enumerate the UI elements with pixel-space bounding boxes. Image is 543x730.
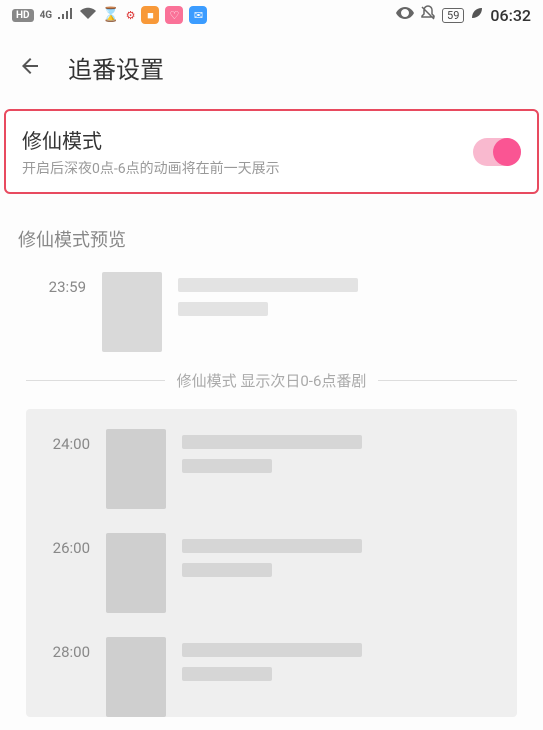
placeholder-line (182, 539, 362, 553)
page-title: 追番设置 (68, 50, 164, 85)
preview-row: 28:00 (42, 637, 501, 717)
preview-thumbnail (106, 533, 166, 613)
preview-lines (182, 637, 501, 691)
xiuxian-mode-toggle[interactable] (473, 138, 521, 166)
placeholder-line (182, 435, 362, 449)
toggle-knob (493, 138, 521, 166)
divider-rule (26, 380, 165, 381)
app-icon-blue: ✉ (189, 6, 207, 24)
preview-time: 28:00 (42, 637, 90, 661)
preview-row: 26:00 (42, 533, 501, 613)
placeholder-line (178, 302, 268, 316)
back-button[interactable] (18, 54, 42, 82)
leaf-icon (470, 6, 484, 24)
status-left: HD 4G ⌛ ⚙ ■ ♡ ✉ (12, 6, 207, 24)
status-right: 59 06:32 (396, 5, 531, 25)
preview-time: 26:00 (42, 533, 90, 557)
signal-icon (58, 7, 74, 23)
setting-title: 修仙模式 (22, 125, 473, 154)
clock-time: 06:32 (490, 6, 531, 25)
placeholder-line (178, 278, 358, 292)
preview-row: 23:59 (26, 272, 517, 352)
app-icon-orange: ■ (141, 6, 159, 24)
placeholder-line (182, 563, 272, 577)
preview-time: 24:00 (42, 429, 90, 453)
divider-text: 修仙模式 显示次日0-6点番剧 (177, 370, 367, 391)
preview-divider: 修仙模式 显示次日0-6点番剧 (26, 370, 517, 391)
eye-icon (396, 7, 414, 23)
preview-thumbnail (106, 637, 166, 717)
wifi-icon (80, 7, 96, 23)
status-bar: HD 4G ⌛ ⚙ ■ ♡ ✉ 59 06:32 (0, 0, 543, 30)
app-icon-pink: ♡ (165, 6, 183, 24)
setting-text: 修仙模式 开启后深夜0点-6点的动画将在前一天展示 (22, 125, 473, 178)
placeholder-line (182, 667, 272, 681)
preview-thumbnail (102, 272, 162, 352)
setting-xiuxian-mode: 修仙模式 开启后深夜0点-6点的动画将在前一天展示 (4, 109, 539, 194)
notification-mute-icon (420, 5, 436, 25)
page-header: 追番设置 (0, 30, 543, 109)
placeholder-line (182, 459, 272, 473)
preview-lines (182, 533, 501, 587)
network-4g-icon: 4G (40, 10, 53, 21)
preview-section-label: 修仙模式预览 (0, 194, 543, 272)
preview-area: 23:59 修仙模式 显示次日0-6点番剧 24:00 26:00 (0, 272, 543, 717)
preview-row: 24:00 (42, 429, 501, 509)
hd-badge: HD (12, 9, 34, 22)
preview-thumbnail (106, 429, 166, 509)
preview-time: 23:59 (26, 272, 86, 296)
preview-lines (182, 429, 501, 483)
preview-lines (178, 272, 517, 326)
placeholder-line (182, 643, 362, 657)
hourglass-icon: ⌛ (102, 7, 119, 23)
battery-icon: 59 (442, 8, 464, 23)
setting-description: 开启后深夜0点-6点的动画将在前一天展示 (22, 158, 473, 178)
app-icon-1: ⚙ (126, 9, 136, 22)
preview-next-day-block: 24:00 26:00 28:00 (26, 409, 517, 717)
divider-rule (378, 380, 517, 381)
